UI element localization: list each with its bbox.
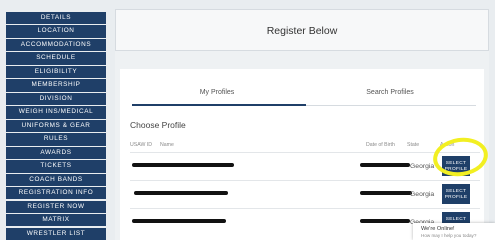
redacted-name — [134, 191, 228, 195]
active-tab-indicator — [132, 104, 306, 106]
redacted-name — [132, 163, 234, 167]
sidebar-item-accommodations[interactable]: ACCOMMODATIONS — [6, 38, 106, 52]
column-header-usaw-id: USAW ID — [130, 142, 152, 148]
column-header-date-of-birth: Date of Birth — [366, 142, 395, 148]
row-divider — [130, 208, 480, 209]
redacted-date-of-birth — [360, 219, 410, 223]
chat-widget-subtitle: How may I help you today? — [421, 233, 477, 238]
tab-my-profiles[interactable]: My Profiles — [132, 89, 302, 96]
state-cell: Georgia — [410, 163, 435, 170]
section-title: Choose Profile — [130, 120, 186, 130]
sidebar-item-wrestler-list[interactable]: WRESTLER LIST — [6, 227, 106, 240]
sidebar-item-register-now[interactable]: REGISTER NOW — [6, 200, 106, 213]
sidebar-item-coach-bands[interactable]: COACH BANDS — [6, 173, 106, 186]
sidebar-item-schedule[interactable]: SCHEDULE — [6, 52, 106, 65]
page-title: Register Below — [266, 25, 338, 37]
sidebar-item-weigh-ins-medical[interactable]: WEIGH INS/MEDICAL — [6, 106, 106, 119]
sidebar-item-rules[interactable]: RULES — [6, 133, 106, 146]
redacted-date-of-birth — [360, 191, 412, 195]
sidebar-item-tickets[interactable]: TICKETS — [6, 160, 106, 173]
sidebar-item-matrix[interactable]: MATRIX — [6, 214, 106, 227]
table-row: Georgia SELECT PROFILE — [130, 152, 480, 181]
sidebar-item-details[interactable]: DETAILS — [6, 12, 106, 25]
table-row: Georgia SELECT PROFILE — [130, 180, 480, 209]
column-header-name: Name — [160, 142, 174, 148]
row-divider — [130, 180, 480, 181]
chat-widget-label: We're Online! — [421, 226, 455, 232]
row-divider — [130, 152, 480, 153]
sidebar-item-membership[interactable]: MEMBERSHIP — [6, 79, 106, 92]
sidebar-item-registration-info[interactable]: REGISTRATION INFO — [6, 187, 106, 200]
sidebar-item-location[interactable]: LOCATION — [6, 25, 106, 38]
column-header-state: State — [407, 142, 420, 148]
sidebar-item-division[interactable]: DIVISION — [6, 92, 106, 106]
tab-search-profiles[interactable]: Search Profiles — [305, 89, 475, 96]
sidebar-item-eligibility[interactable]: ELIGIBILITY — [6, 65, 106, 79]
chat-widget[interactable]: We're Online! How may I help you today? — [413, 223, 495, 240]
main-panel: Register Below My Profiles Search Profil… — [115, 9, 489, 240]
profiles-card: My Profiles Search Profiles Choose Profi… — [120, 69, 484, 240]
sidebar-item-uniforms-gear[interactable]: UNIFORMS & GEAR — [6, 119, 106, 133]
select-profile-button[interactable]: SELECT PROFILE — [442, 184, 470, 204]
redacted-name — [132, 219, 226, 223]
page-root: DETAILS LOCATION ACCOMMODATIONS SCHEDULE… — [0, 0, 495, 240]
redacted-date-of-birth — [360, 163, 410, 167]
page-header: Register Below — [115, 9, 489, 51]
sidebar-item-awards[interactable]: AWARDS — [6, 146, 106, 160]
state-cell: Georgia — [410, 191, 435, 198]
sidebar-nav: DETAILS LOCATION ACCOMMODATIONS SCHEDULE… — [6, 12, 106, 240]
